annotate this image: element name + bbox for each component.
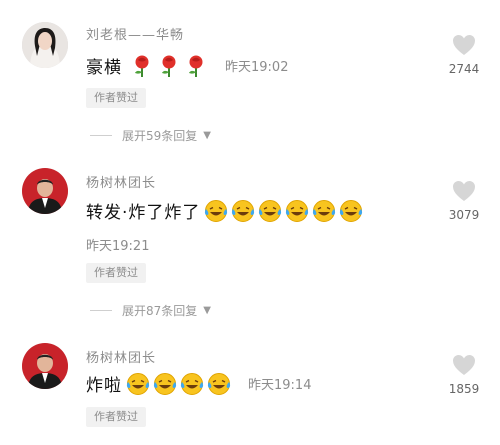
like-button[interactable]: 1859 [444, 354, 484, 396]
expand-replies-label: 展开87条回复 [122, 304, 198, 318]
rose-icon [184, 54, 208, 78]
laughing-tears-icon [180, 372, 204, 396]
laughing-tears-icon [312, 199, 336, 223]
laughing-tears-icon [231, 199, 255, 223]
laughing-tears-icon [339, 199, 363, 223]
username[interactable]: 刘老根——华畅 [86, 24, 184, 43]
author-liked-badge: 作者赞过 [86, 263, 146, 283]
heart-icon [453, 355, 475, 375]
like-count: 1859 [448, 382, 480, 396]
comment-text: 转发·炸了炸了 [86, 203, 201, 223]
comment-content: 转发·炸了炸了 [86, 198, 366, 223]
comment-content: 炸啦 昨天19:14 [86, 371, 311, 396]
comment-content: 豪横 昨天19:02 [86, 53, 288, 78]
laughing-tears-icon [207, 372, 231, 396]
like-button[interactable]: 3079 [444, 180, 484, 222]
laughing-tears-icon [126, 372, 150, 396]
timestamp: 昨天19:21 [86, 239, 150, 254]
laughing-tears-icon [153, 372, 177, 396]
avatar[interactable] [22, 343, 68, 389]
timestamp: 昨天19:02 [225, 60, 289, 75]
emoji-group [130, 54, 211, 78]
caret-down-icon: ▼ [203, 130, 211, 141]
emoji-group [126, 372, 234, 396]
divider [90, 310, 112, 311]
expand-replies-button[interactable]: 展开59条回复 ▼ [90, 127, 211, 144]
caret-down-icon: ▼ [203, 305, 211, 316]
heart-icon [453, 181, 475, 201]
divider [90, 135, 112, 136]
heart-icon [453, 35, 475, 55]
emoji-group [204, 199, 366, 223]
laughing-tears-icon [204, 199, 228, 223]
comment-text: 炸啦 [86, 376, 122, 396]
avatar[interactable] [22, 168, 68, 214]
rose-icon [130, 54, 154, 78]
timestamp: 昨天19:14 [248, 378, 312, 393]
expand-replies-label: 展开59条回复 [122, 129, 198, 143]
author-liked-badge: 作者赞过 [86, 407, 146, 427]
laughing-tears-icon [285, 199, 309, 223]
like-count: 3079 [448, 208, 480, 222]
like-button[interactable]: 2744 [444, 34, 484, 76]
laughing-tears-icon [258, 199, 282, 223]
rose-icon [157, 54, 181, 78]
expand-replies-button[interactable]: 展开87条回复 ▼ [90, 302, 211, 319]
avatar[interactable] [22, 22, 68, 68]
username[interactable]: 杨树林团长 [86, 172, 156, 191]
author-liked-badge: 作者赞过 [86, 88, 146, 108]
like-count: 2744 [448, 62, 480, 76]
username[interactable]: 杨树林团长 [86, 347, 156, 366]
comment-text: 豪横 [86, 58, 122, 78]
